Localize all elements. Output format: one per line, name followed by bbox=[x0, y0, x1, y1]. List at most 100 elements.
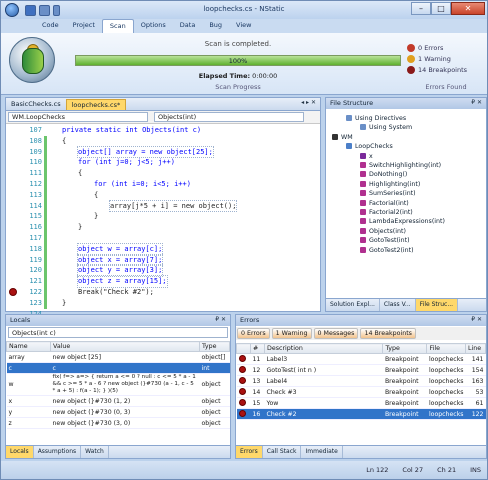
code-line[interactable]: 123} bbox=[6, 297, 320, 309]
error-count[interactable]: 0 Errors bbox=[407, 42, 485, 53]
tree-node[interactable]: SumSeries(int) bbox=[360, 189, 416, 198]
line-number: 114 bbox=[29, 201, 42, 210]
doc-tab-loopchecks[interactable]: loopchecks.cs* bbox=[65, 99, 127, 110]
col-type[interactable]: Type bbox=[382, 343, 428, 354]
member-selector[interactable]: Objects(int) bbox=[154, 112, 304, 122]
close-button[interactable]: ✕ bbox=[451, 2, 485, 15]
code-line[interactable]: 122 Break("Check #2"); bbox=[6, 287, 320, 298]
code-line[interactable]: 114 array[j*5 + i] = new object(); bbox=[6, 199, 320, 213]
scan-button[interactable] bbox=[9, 37, 55, 83]
tab-project[interactable]: Project bbox=[66, 19, 102, 33]
code-line[interactable]: 117 bbox=[6, 233, 320, 244]
error-icon-cell bbox=[236, 408, 251, 420]
code-line[interactable]: 121 object z = array[15]; bbox=[6, 275, 320, 288]
code-line[interactable]: 107 private static int Objects(int c) bbox=[6, 125, 320, 136]
code-line[interactable]: 108 { bbox=[6, 135, 320, 147]
tab-assumptions[interactable]: Assumptions bbox=[34, 446, 82, 458]
code-line[interactable]: 109 object[] array = new object[25]; bbox=[6, 145, 320, 159]
tree-node[interactable]: Using System bbox=[360, 123, 412, 132]
change-marker bbox=[44, 168, 47, 179]
tab-bug[interactable]: Bug bbox=[202, 19, 229, 33]
pin-icon[interactable]: ₽ ✕ bbox=[471, 316, 482, 323]
filter-breakpoints-button[interactable]: 14 Breakpoints bbox=[360, 328, 416, 339]
tree-node[interactable]: Factorial(int) bbox=[360, 199, 409, 208]
code-line[interactable]: 116} bbox=[6, 222, 320, 233]
col-icon[interactable] bbox=[236, 343, 251, 354]
tree-node[interactable]: Objects(int) bbox=[360, 227, 406, 236]
locals-row[interactable]: w fix( f=> a=> { return a <= 0 ? null : c… bbox=[6, 373, 230, 396]
structure-tree: Using Directives Using System WM LoopChecks… bbox=[326, 110, 486, 297]
error-row[interactable]: 15 Yow Breakpoint loopchecks 61 bbox=[236, 397, 486, 409]
breakpoint-marker-icon[interactable] bbox=[9, 288, 17, 296]
tree-node[interactable]: LambdaExpressions(int) bbox=[360, 217, 445, 226]
type-selector[interactable]: WM.LoopChecks bbox=[8, 112, 148, 122]
tab-code[interactable]: Code bbox=[35, 19, 66, 33]
breakpoint-count[interactable]: 14 Breakpoints bbox=[407, 64, 485, 75]
tree-node-label: GotoTest2(int) bbox=[369, 246, 414, 254]
code-line[interactable]: 111 { bbox=[6, 168, 320, 179]
tree-node[interactable]: x bbox=[360, 152, 373, 161]
code-line[interactable]: 115} bbox=[6, 211, 320, 223]
tree-node[interactable]: Factorial2(int) bbox=[360, 208, 413, 217]
tab-scan[interactable]: Scan bbox=[101, 19, 134, 33]
error-row[interactable]: 12 GotoTest( int n ) Breakpoint loopchecks 1… bbox=[236, 364, 486, 376]
tab-class-view[interactable]: Class V... bbox=[380, 299, 416, 311]
error-row[interactable]: 11 Label3 Breakpoint loopchecks 141 bbox=[236, 353, 486, 365]
tab-view[interactable]: View bbox=[229, 19, 258, 33]
code-line[interactable]: 118 object w = array[c]; bbox=[6, 242, 320, 256]
col-type[interactable]: Type bbox=[199, 341, 230, 352]
error-row[interactable]: 14 Check #3 Breakpoint loopchecks 53 bbox=[236, 386, 486, 398]
tab-data[interactable]: Data bbox=[173, 19, 203, 33]
tab-locals[interactable]: Locals bbox=[6, 446, 34, 458]
tree-node[interactable]: SwitchHighlighting(int) bbox=[360, 161, 441, 170]
code-line[interactable]: 119 object x = array[7]; bbox=[6, 253, 320, 267]
tree-node[interactable]: GotoTest2(int) bbox=[360, 246, 414, 255]
code-line[interactable]: 113 { bbox=[6, 189, 320, 201]
locals-row[interactable]: z new object (}#730 (3, 0) object bbox=[6, 417, 230, 429]
filter-errors-button[interactable]: 0 Errors bbox=[237, 328, 270, 339]
code-line[interactable]: 120 object y = array[3]; bbox=[6, 264, 320, 278]
tab-watch[interactable]: Watch bbox=[81, 446, 109, 458]
col-number[interactable]: # bbox=[250, 343, 265, 354]
tree-node[interactable]: WM bbox=[332, 133, 353, 142]
doc-tab-basicchecks[interactable]: BasicChecks.cs bbox=[6, 99, 66, 110]
col-name[interactable]: Name bbox=[6, 341, 51, 352]
error-row[interactable]: 13 Label4 Breakpoint loopchecks 163 bbox=[236, 375, 486, 387]
error-row[interactable]: 16 Check #2 Breakpoint loopchecks 122 bbox=[236, 408, 486, 420]
code-text: for (int i=0; i<5; i++) bbox=[94, 180, 191, 188]
locals-row[interactable]: array new object [25] object[] bbox=[6, 351, 230, 363]
tree-node[interactable]: GotoTest(int) bbox=[360, 236, 410, 245]
tree-node[interactable]: Highlighting(int) bbox=[360, 180, 420, 189]
locals-row[interactable]: x new object (}#730 (1, 2) object bbox=[6, 395, 230, 407]
filter-messages-button[interactable]: 0 Messages bbox=[313, 328, 359, 339]
close-doc-icon[interactable]: ◂ ▸ ✕ bbox=[301, 99, 316, 106]
col-description[interactable]: Description bbox=[263, 343, 384, 354]
tab-solution-explorer[interactable]: Solution Expl... bbox=[326, 299, 380, 311]
tree-node[interactable]: LoopChecks bbox=[346, 142, 393, 151]
locals-row[interactable]: c c int bbox=[6, 362, 230, 374]
error-count-label: 0 Errors bbox=[418, 43, 444, 52]
tab-errors[interactable]: Errors bbox=[236, 446, 263, 458]
locals-row[interactable]: y new object (}#730 (0, 3) object bbox=[6, 406, 230, 418]
code-area[interactable]: 107 private static int Objects(int c) 108 {… bbox=[6, 125, 320, 328]
col-file[interactable]: File bbox=[426, 343, 466, 354]
warning-count[interactable]: 1 Warning bbox=[407, 53, 485, 64]
code-line[interactable]: 112 for (int i=0; i<5; i++) bbox=[6, 179, 320, 190]
col-value[interactable]: Value bbox=[50, 341, 200, 352]
pin-icon[interactable]: ₽ ✕ bbox=[215, 316, 226, 323]
minimize-button[interactable]: – bbox=[411, 2, 431, 15]
scope-dropdown[interactable]: Objects(int c) bbox=[8, 327, 228, 338]
maximize-button[interactable]: □ bbox=[431, 2, 451, 15]
tab-immediate[interactable]: Immediate bbox=[301, 446, 343, 458]
tree-node[interactable]: Using Directives bbox=[346, 114, 406, 123]
ribbon: Scan is completed. 100% Elapsed Time: 0:… bbox=[1, 33, 487, 95]
filter-warnings-button[interactable]: 1 Warning bbox=[271, 328, 312, 339]
tab-options[interactable]: Options bbox=[134, 19, 173, 33]
tab-call-stack[interactable]: Call Stack bbox=[263, 446, 302, 458]
code-line[interactable]: 110 for (int j=0; j<5; j++) bbox=[6, 157, 320, 169]
tree-node-label: Using System bbox=[369, 124, 413, 132]
tree-node[interactable]: DoNothing() bbox=[360, 170, 407, 179]
tab-file-structure[interactable]: File Struc... bbox=[415, 299, 459, 311]
col-line[interactable]: Line bbox=[465, 343, 486, 354]
pin-icon[interactable]: ₽ ✕ bbox=[471, 99, 482, 106]
